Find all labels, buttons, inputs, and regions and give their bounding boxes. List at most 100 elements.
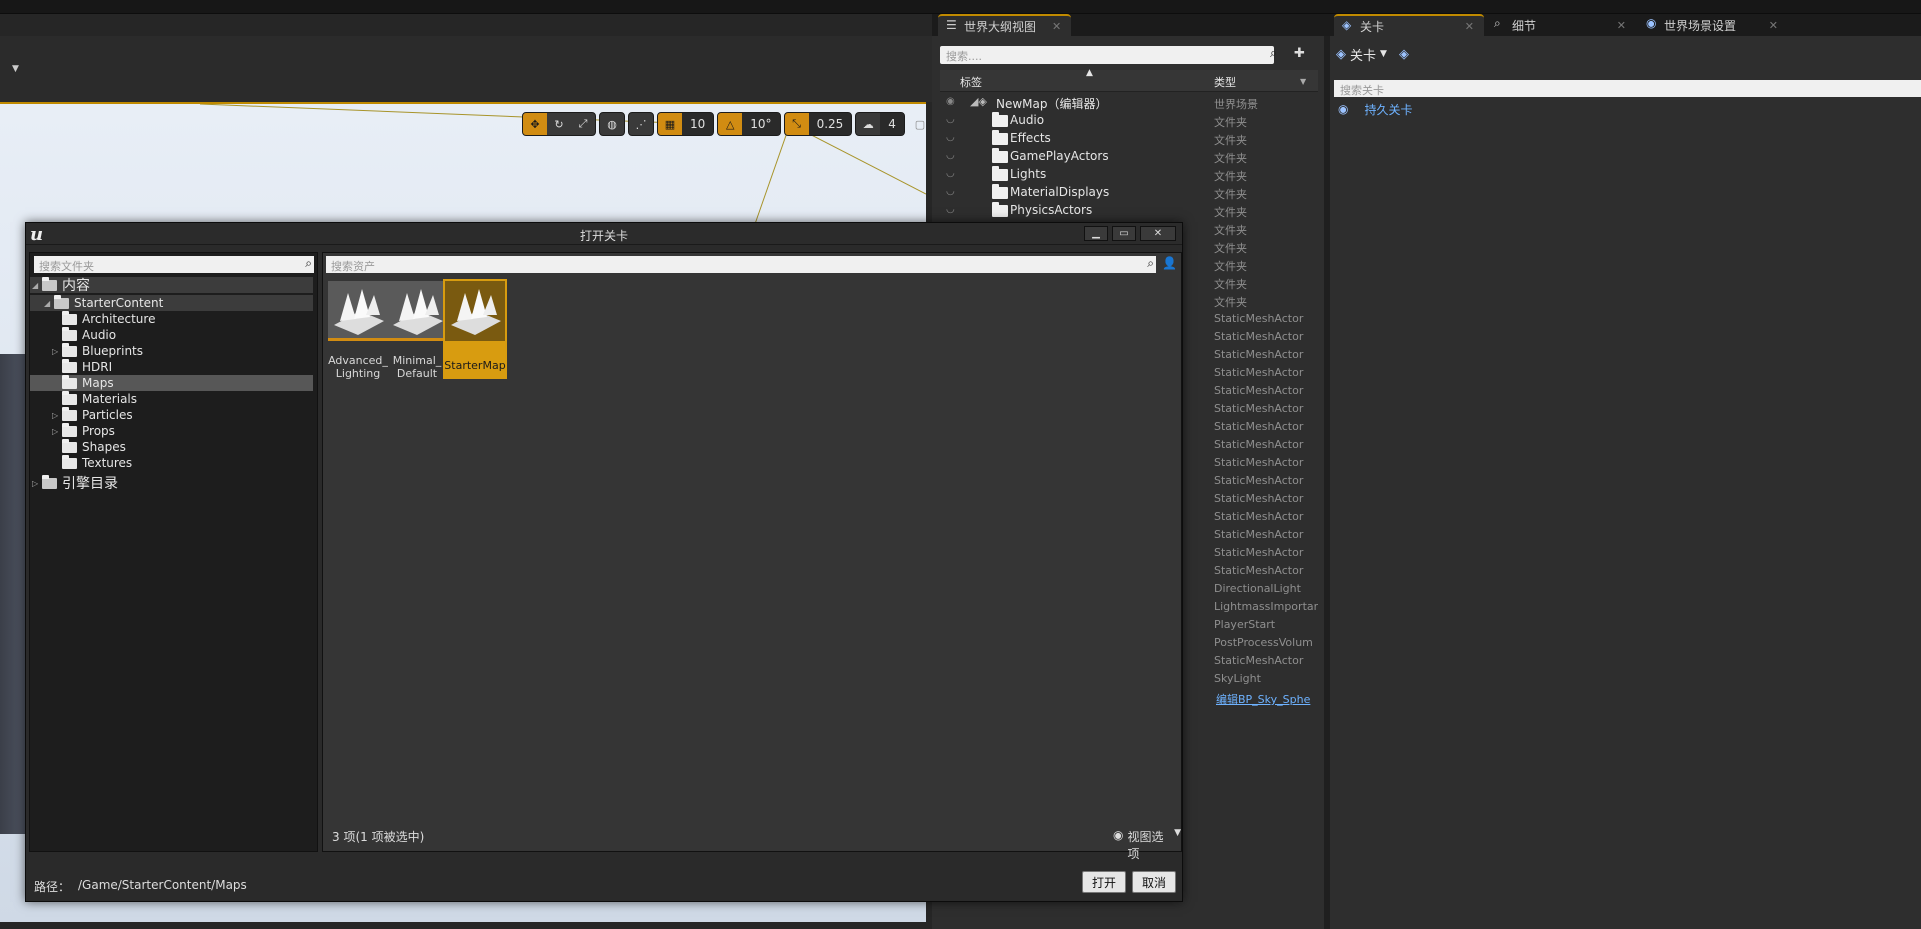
levels-menu[interactable]: ◈ 关卡 ▼ ◈ <box>1336 44 1409 64</box>
close-button[interactable]: ✕ <box>1140 226 1176 241</box>
dialog-title-bar[interactable]: u 打开关卡 ▁ ▭ ✕ <box>26 223 1182 245</box>
asset-tile[interactable]: Minimal_ Default <box>385 279 449 380</box>
grid-snap-value[interactable]: 10 <box>682 113 714 135</box>
expand-arrow-icon[interactable]: ◢ <box>32 281 42 290</box>
eye-icon[interactable]: ◉ <box>946 96 960 107</box>
outliner-row[interactable]: ◡ PhysicsActors 文件夹 <box>940 202 1318 220</box>
asset-tile[interactable]: Advanced_ Lighting <box>326 279 390 380</box>
scale-snap-value[interactable]: 0.25 <box>808 113 852 135</box>
outliner-row[interactable]: ◡ Lights 文件夹 <box>940 166 1318 184</box>
outliner-row[interactable]: ◡ Effects 文件夹 <box>940 130 1318 148</box>
expand-arrow-icon[interactable]: ▷ <box>52 411 62 420</box>
asset-tile[interactable]: StarterMap <box>443 279 507 379</box>
open-button[interactable]: 打开 <box>1082 871 1127 893</box>
eye-icon[interactable]: ◉ <box>1338 102 1348 116</box>
levels-panel <box>1330 36 1921 929</box>
asset-search-input[interactable]: 搜索资产 ⌕ <box>326 256 1156 273</box>
outliner-row-type: 文件夹 <box>1214 242 1247 255</box>
outliner-row-label: NewMap（编辑器） <box>996 97 1108 111</box>
map-thumbnail-icon <box>387 281 447 341</box>
outliner-row[interactable]: ◉ ◢◈ NewMap（编辑器） 世界场景 <box>940 94 1318 112</box>
tab-world-outliner[interactable]: ☰ 世界大纲视图 ✕ <box>938 14 1072 36</box>
folder-tree-item[interactable]: ◢ 内容 <box>30 276 313 294</box>
column-options-icon[interactable]: ▼ <box>1300 77 1306 86</box>
folder-tree-item[interactable]: Shapes <box>30 438 313 455</box>
path-value: /Game/StarterContent/Maps <box>78 878 247 892</box>
close-icon[interactable]: ✕ <box>1052 20 1061 33</box>
expand-arrow-icon[interactable]: ◢ <box>44 299 54 308</box>
expand-arrow-icon[interactable]: ▷ <box>52 427 62 436</box>
add-level-icon[interactable]: ◈ <box>1399 47 1409 62</box>
expand-arrow-icon[interactable]: ▷ <box>52 347 62 356</box>
surface-snap-icon[interactable]: ⋰ <box>629 113 653 135</box>
world-local-icon[interactable]: ◍ <box>600 113 624 135</box>
outliner-row-type: 文件夹 <box>1214 188 1247 201</box>
folder-search-input[interactable]: 搜索文件夹 ⌕ <box>34 256 314 273</box>
user-filter-icon[interactable]: 👤 <box>1161 256 1178 273</box>
viewport-dropdown-icon[interactable]: ▼ <box>12 64 22 74</box>
outliner-row[interactable]: ◡ MaterialDisplays 文件夹 <box>940 184 1318 202</box>
eye-icon[interactable]: ◡ <box>946 150 960 161</box>
folder-tree-item[interactable]: Architecture <box>30 310 313 327</box>
eye-icon[interactable]: ◡ <box>946 114 960 125</box>
tab-levels[interactable]: ◈ 关卡 ✕ <box>1334 14 1484 36</box>
folder-tree-item[interactable]: ▷ Blueprints <box>30 342 313 359</box>
folder-tree-item[interactable]: ▷ 引擎目录 <box>30 474 313 492</box>
eye-icon[interactable]: ◡ <box>946 204 960 215</box>
chevron-down-icon: ▼ <box>1174 828 1181 838</box>
world-icon: ◢◈ <box>970 95 987 108</box>
folder-tree-item[interactable]: Materials <box>30 390 313 407</box>
map-thumbnail-icon <box>445 281 505 341</box>
column-type[interactable]: 类型 <box>1214 74 1236 90</box>
dialog-title: 打开关卡 <box>579 229 628 243</box>
column-label[interactable]: 标签 <box>960 74 982 90</box>
tab-details[interactable]: ⌕ 细节 ✕ <box>1486 14 1636 36</box>
outliner-row[interactable]: ◡ Audio 文件夹 <box>940 112 1318 130</box>
translate-icon[interactable]: ✥ <box>523 113 547 135</box>
eye-icon[interactable]: ◡ <box>946 186 960 197</box>
outliner-row-type: StaticMeshActor <box>1214 366 1304 379</box>
camera-speed-icon[interactable]: ☁ <box>856 113 880 135</box>
maximize-viewport-icon[interactable]: ▢ <box>908 113 926 135</box>
search-icon[interactable]: ⌕ <box>305 256 312 271</box>
scale-icon[interactable]: ⤢ <box>571 113 595 135</box>
grid-snap-icon[interactable]: ▦ <box>658 113 682 135</box>
close-icon[interactable]: ✕ <box>1769 19 1778 32</box>
folder-tree-item[interactable]: ◢ StarterContent <box>30 294 313 311</box>
scale-snap-icon[interactable]: ⤡ <box>784 113 809 135</box>
view-options-button[interactable]: ◉ 视图选项 ▼ <box>1113 828 1181 862</box>
levels-search-input[interactable]: 搜索关卡 <box>1334 80 1921 97</box>
rotation-snap-value[interactable]: 10° <box>742 113 780 135</box>
eye-icon[interactable]: ◡ <box>946 132 960 143</box>
folder-tree-item[interactable]: ▷ Props <box>30 422 313 439</box>
close-icon[interactable]: ✕ <box>1617 19 1626 32</box>
expand-arrow-icon[interactable]: ▷ <box>32 479 42 488</box>
maximize-button[interactable]: ▭ <box>1112 226 1136 241</box>
folder-tree-label: 引擎目录 <box>62 476 118 492</box>
outliner-row-type: 文件夹 <box>1214 278 1247 291</box>
cancel-button[interactable]: 取消 <box>1132 871 1177 893</box>
edit-blueprint-link[interactable]: 编辑BP_Sky_Sphe <box>1216 691 1320 707</box>
globe-icon: ◉ <box>1646 16 1657 30</box>
rotate-icon[interactable]: ↻ <box>547 113 571 135</box>
camera-speed-value[interactable]: 4 <box>880 113 904 135</box>
outliner-row-type: 文件夹 <box>1214 224 1247 237</box>
folder-tree-item[interactable]: Textures <box>30 454 313 471</box>
minimize-button[interactable]: ▁ <box>1084 226 1108 241</box>
folder-tree-item[interactable]: Maps <box>30 374 313 391</box>
search-icon[interactable]: ⌕ <box>1147 256 1154 271</box>
rotation-snap-icon[interactable]: △ <box>718 113 743 135</box>
folder-tree-item[interactable]: ▷ Particles <box>30 406 313 423</box>
persistent-level-row[interactable]: ◉ 持久关卡 <box>1338 101 1413 117</box>
folder-tree-item[interactable]: HDRI <box>30 358 313 375</box>
eye-icon[interactable]: ◡ <box>946 168 960 179</box>
outliner-row[interactable]: ◡ GamePlayActors 文件夹 <box>940 148 1318 166</box>
close-icon[interactable]: ✕ <box>1465 20 1474 33</box>
levels-menu-label: 关卡 <box>1350 48 1377 64</box>
outliner-row-type: StaticMeshActor <box>1214 438 1304 451</box>
search-icon[interactable]: ⌕ <box>1270 46 1286 64</box>
add-actor-icon[interactable]: ✚ <box>1294 46 1314 64</box>
folder-tree-item[interactable]: Audio <box>30 326 313 343</box>
outliner-search-input[interactable]: 搜索.... <box>940 46 1274 64</box>
tab-world-settings[interactable]: ◉ 世界场景设置 ✕ <box>1638 14 1788 36</box>
